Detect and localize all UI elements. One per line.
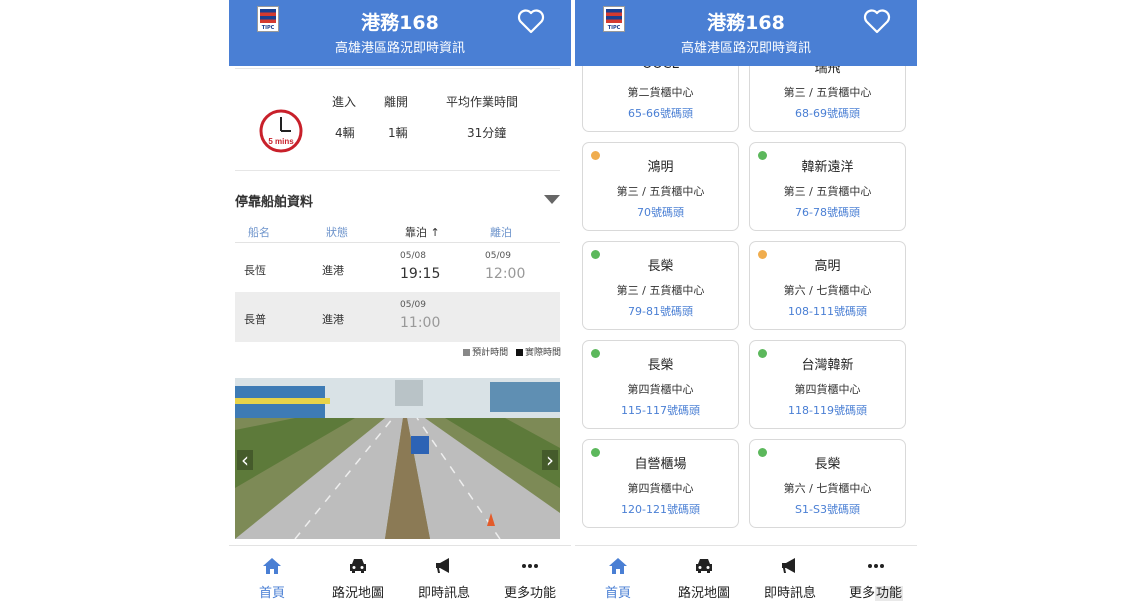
- terminal-name: 韓新遠洋: [801, 160, 854, 175]
- sort-up-icon: ↑: [430, 226, 440, 239]
- tab-live-news[interactable]: 即時訊息: [401, 546, 487, 606]
- more-icon: [868, 564, 884, 568]
- terminal-berth: 65-66號碼頭: [628, 107, 693, 120]
- estimated-swatch: [463, 349, 471, 356]
- table-row[interactable]: 長普 進港 05/09 11:00: [235, 292, 560, 342]
- terminal-card[interactable]: 鴻明第三 / 五貨櫃中心 70號碼頭: [582, 142, 739, 231]
- section-title: 停靠船舶資料: [235, 195, 314, 210]
- favorite-heart-icon[interactable]: [517, 8, 545, 34]
- bottom-tab-bar: 首頁 路況地圖 即時訊息 更多功能: [229, 545, 571, 606]
- car-icon: [696, 559, 712, 573]
- pressed-highlight: 功能: [875, 586, 904, 601]
- terminal-list-screen: OOCL第二貨櫃中心65-66號碼頭瑞飛第三 / 五貨櫃中心68-69號碼頭鴻明…: [575, 0, 917, 612]
- megaphone-icon: [782, 558, 795, 573]
- time-legend: 預計時間 實際時間: [458, 345, 561, 358]
- terminal-center: 第四貨櫃中心: [794, 383, 861, 396]
- tab-traffic-map[interactable]: 路況地圖: [315, 546, 401, 606]
- terminal-center: 第三 / 五貨櫃中心: [616, 185, 705, 198]
- collapse-caret-icon[interactable]: [544, 195, 560, 204]
- terminal-name: 長榮: [647, 358, 674, 373]
- stat-avg-value: 31分鐘: [467, 126, 507, 140]
- stat-in-label: 進入: [332, 95, 357, 109]
- terminal-berth: 118-119號碼頭: [788, 404, 867, 417]
- clock-label: 5 mins: [268, 137, 294, 146]
- terminal-card[interactable]: 長榮第六 / 七貨櫃中心 S1-S3號碼頭: [749, 439, 906, 528]
- megaphone-icon: [436, 558, 449, 573]
- terminal-card[interactable]: 長榮第三 / 五貨櫃中心 79-81號碼頭: [582, 241, 739, 330]
- app-subtitle: 高雄港區路況即時資訊: [334, 41, 465, 56]
- stat-in-value: 4輛: [335, 126, 355, 140]
- traffic-camera-image[interactable]: ‹ ›: [235, 378, 560, 539]
- tab-traffic-map[interactable]: 路況地圖: [661, 546, 747, 606]
- car-icon: [350, 559, 366, 573]
- terminal-card[interactable]: 韓新遠洋第三 / 五貨櫃中心 76-78號碼頭: [749, 142, 906, 231]
- terminal-center: 第四貨櫃中心: [627, 482, 694, 495]
- terminal-card[interactable]: 長榮第四貨櫃中心 115-117號碼頭: [582, 340, 739, 429]
- tab-home[interactable]: 首頁: [229, 546, 315, 606]
- tab-more[interactable]: 更多功能: [833, 546, 917, 606]
- stat-out-value: 1輛: [388, 126, 408, 140]
- terminal-card[interactable]: 自營櫃場第四貨櫃中心 120-121號碼頭: [582, 439, 739, 528]
- col-header-depart[interactable]: 離泊: [490, 224, 512, 240]
- tab-home[interactable]: 首頁: [575, 546, 661, 606]
- terminal-center: 第六 / 七貨櫃中心: [783, 284, 872, 297]
- table-row[interactable]: 長恆 進港 05/08 19:15 05/09 12:00: [235, 242, 560, 293]
- terminal-center: 第四貨櫃中心: [627, 383, 694, 396]
- terminal-berth: 79-81號碼頭: [628, 305, 693, 318]
- terminal-berth: S1-S3號碼頭: [795, 503, 860, 516]
- app-header: TIPC 港務168 高雄港區路況即時資訊: [229, 0, 571, 66]
- terminal-center: 第三 / 五貨櫃中心: [783, 185, 872, 198]
- terminal-name: 高明: [814, 259, 841, 274]
- tab-live-news[interactable]: 即時訊息: [747, 546, 833, 606]
- terminal-center: 第二貨櫃中心: [627, 86, 694, 99]
- app-header: TIPC 港務168 高雄港區路況即時資訊: [575, 0, 917, 66]
- home-icon: [263, 558, 281, 574]
- terminal-berth: 108-111號碼頭: [788, 305, 867, 318]
- home-icon: [609, 558, 627, 574]
- actual-swatch: [515, 349, 523, 356]
- terminal-name: 自營櫃場: [634, 457, 687, 472]
- terminal-berth: 120-121號碼頭: [621, 503, 700, 516]
- terminal-name: 台灣韓新: [801, 358, 854, 373]
- home-screen: TIPC 港務168 高雄港區路況即時資訊 5 mins 進入 離開 平均作業時…: [229, 0, 571, 612]
- stat-avg-label: 平均作業時間: [446, 95, 519, 109]
- terminal-name: 鴻明: [647, 160, 674, 175]
- bottom-tab-bar: 首頁 路況地圖 即時訊息 更多功能: [575, 545, 917, 606]
- terminal-berth: 68-69號碼頭: [795, 107, 860, 120]
- camera-prev-arrow-icon[interactable]: ‹: [237, 450, 253, 470]
- terminal-card[interactable]: 台灣韓新第四貨櫃中心 118-119號碼頭: [749, 340, 906, 429]
- terminal-berth: 76-78號碼頭: [795, 206, 860, 219]
- terminal-name: 長榮: [647, 259, 674, 274]
- terminal-berth: 115-117號碼頭: [621, 404, 700, 417]
- terminal-name: 長榮: [814, 457, 841, 472]
- camera-next-arrow-icon[interactable]: ›: [542, 450, 558, 470]
- terminal-center: 第六 / 七貨櫃中心: [783, 482, 872, 495]
- col-header-status[interactable]: 狀態: [326, 224, 348, 240]
- app-subtitle: 高雄港區路況即時資訊: [680, 41, 811, 56]
- terminal-center: 第三 / 五貨櫃中心: [783, 86, 872, 99]
- terminal-card[interactable]: 高明第六 / 七貨櫃中心 108-111號碼頭: [749, 241, 906, 330]
- stat-out-label: 離開: [384, 95, 409, 109]
- clock-5min-icon: 5 mins: [259, 109, 303, 153]
- tab-more[interactable]: 更多功能: [487, 546, 571, 606]
- terminal-center: 第三 / 五貨櫃中心: [616, 284, 705, 297]
- col-header-berth[interactable]: 靠泊 ↑: [405, 224, 440, 240]
- favorite-heart-icon[interactable]: [863, 8, 891, 34]
- terminal-berth: 70號碼頭: [637, 206, 684, 219]
- more-icon: [522, 564, 538, 568]
- col-header-name[interactable]: 船名: [248, 224, 270, 240]
